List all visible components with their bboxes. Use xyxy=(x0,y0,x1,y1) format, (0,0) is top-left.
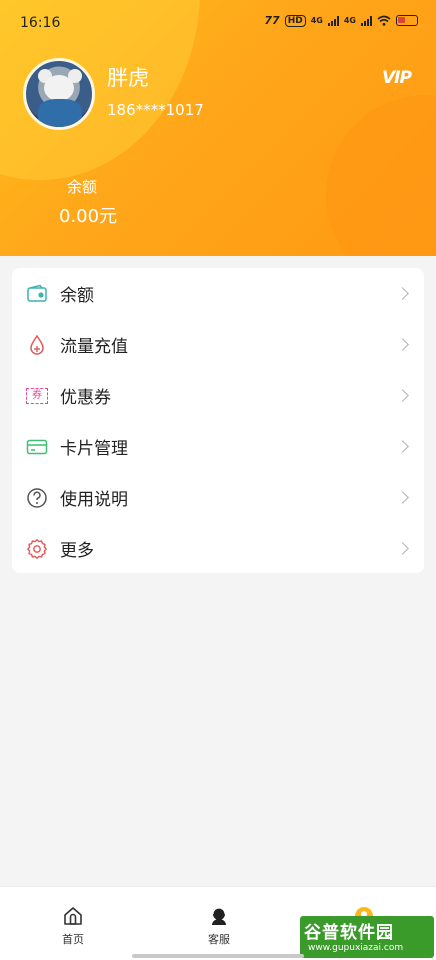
signal-icon xyxy=(327,15,339,26)
menu-item-label: 使用说明 xyxy=(60,490,128,510)
chevron-right-icon xyxy=(396,338,409,351)
card-icon xyxy=(26,436,48,458)
chevron-right-icon xyxy=(396,542,409,555)
nav-label: 客服 xyxy=(208,933,230,946)
hd-badge: HD xyxy=(284,14,306,27)
wifi-icon xyxy=(377,15,391,26)
profile-header: 16:16 77 HD 4G 4G 胖虎 186****1017 VIP 余额 … xyxy=(0,0,436,256)
avatar-body xyxy=(38,99,82,127)
avatar[interactable] xyxy=(23,58,95,130)
phone-number: 186****1017 xyxy=(107,101,204,119)
menu-item-more[interactable]: 更多 xyxy=(12,523,424,574)
header-decoration xyxy=(326,95,436,256)
menu-item-label: 卡片管理 xyxy=(60,439,128,459)
watermark-url: www.gupuxiazai.com xyxy=(308,943,404,953)
carrier-badge: 77 xyxy=(264,14,280,27)
menu-item-label: 更多 xyxy=(60,541,94,561)
chevron-right-icon xyxy=(396,389,409,402)
menu-item-data-recharge[interactable]: 流量充值 xyxy=(12,319,424,370)
network-type-1: 4G xyxy=(310,15,323,25)
status-icons: 77 HD 4G 4G xyxy=(264,14,418,27)
menu-item-instructions[interactable]: 使用说明 xyxy=(12,472,424,523)
network-type-2: 4G xyxy=(343,15,356,25)
signal-icon xyxy=(361,15,372,26)
help-icon xyxy=(26,487,48,509)
chevron-right-icon xyxy=(396,440,409,453)
menu-item-balance[interactable]: 余额 xyxy=(12,268,424,319)
menu-item-coupons[interactable]: 券 优惠券 xyxy=(12,370,424,421)
coupon-icon-text: 券 xyxy=(26,387,48,404)
chevron-right-icon xyxy=(396,287,409,300)
coupon-icon: 券 xyxy=(26,385,48,407)
balance-value[interactable]: 0.00元 xyxy=(59,202,117,228)
menu-item-label: 优惠券 xyxy=(60,388,111,408)
vip-badge[interactable]: VIP xyxy=(382,68,412,88)
balance-label: 余额 xyxy=(67,178,98,196)
battery-icon xyxy=(396,15,418,26)
status-bar: 16:16 77 HD 4G 4G xyxy=(0,0,436,46)
status-time: 16:16 xyxy=(20,15,61,31)
wallet-icon xyxy=(26,283,48,305)
menu-card: 余额 流量充值 券 优惠券 卡片管理 使用说明 更多 xyxy=(12,268,424,573)
nav-customer-service[interactable]: 客服 xyxy=(189,905,249,947)
watermark-brand: 谷普软件园 xyxy=(304,923,394,943)
menu-item-card-management[interactable]: 卡片管理 xyxy=(12,421,424,472)
settings-icon xyxy=(26,538,48,560)
home-icon xyxy=(43,905,103,927)
chevron-right-icon xyxy=(396,491,409,504)
nav-home[interactable]: 首页 xyxy=(43,905,103,947)
watermark: 谷普软件园 www.gupuxiazai.com xyxy=(300,916,434,958)
customer-service-icon xyxy=(189,905,249,927)
menu-item-label: 流量充值 xyxy=(60,337,128,357)
menu-item-label: 余额 xyxy=(60,286,94,306)
water-drop-icon xyxy=(26,334,48,356)
home-indicator[interactable] xyxy=(132,954,304,958)
nav-label: 首页 xyxy=(62,933,84,946)
username: 胖虎 xyxy=(107,66,149,90)
avatar-face xyxy=(44,75,74,101)
